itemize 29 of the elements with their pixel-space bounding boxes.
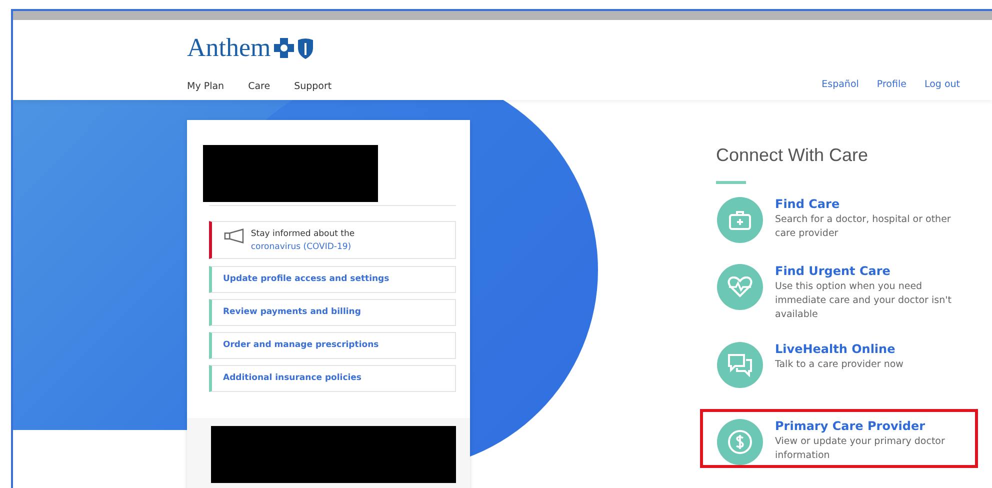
section-title: Connect With Care [716, 145, 870, 166]
account-link[interactable]: Review payments and billing [209, 298, 456, 326]
shield-logo-icon [296, 38, 314, 58]
covid-link[interactable]: coronavirus (COVID-19) [250, 242, 352, 252]
medical-kit-icon [717, 197, 763, 243]
option-description: View or update your primary doctor information [775, 435, 946, 463]
account-link[interactable]: Order and manage prescriptions [209, 332, 456, 358]
option-link[interactable]: Primary Care Provider [775, 419, 965, 434]
option-description: Search for a doctor, hospital or other care provider [775, 213, 952, 241]
anthem-logo[interactable]: Anthem [187, 35, 271, 61]
alert-text: Stay informed about the coronavirus (COVID-19) [250, 228, 356, 254]
megaphone-icon [224, 228, 245, 244]
option-link[interactable]: Find Care [775, 197, 965, 211]
account-link[interactable]: Update profile access and settings [209, 266, 456, 292]
nav-link[interactable]: Support [294, 81, 332, 92]
nav-link[interactable]: Care [248, 81, 270, 92]
chat-bubbles-icon [717, 342, 763, 388]
header-link[interactable]: Español [822, 79, 859, 90]
header-link[interactable]: Profile [876, 79, 906, 90]
dollar-coin-icon [717, 419, 763, 466]
option-link[interactable]: LiveHealth Online [775, 342, 965, 356]
option-description: Use this option when you need immediate care and your doctor isn't available [775, 280, 952, 322]
account-link[interactable]: Additional insurance policies [209, 364, 456, 392]
header-link[interactable]: Log out [924, 79, 960, 90]
option-link[interactable]: Find Urgent Care [775, 264, 965, 278]
nav-link[interactable]: My Plan [187, 81, 224, 92]
heart-pulse-icon [717, 264, 763, 310]
cross-logo-icon [274, 38, 294, 58]
option-description: Talk to a care provider now [775, 358, 904, 372]
